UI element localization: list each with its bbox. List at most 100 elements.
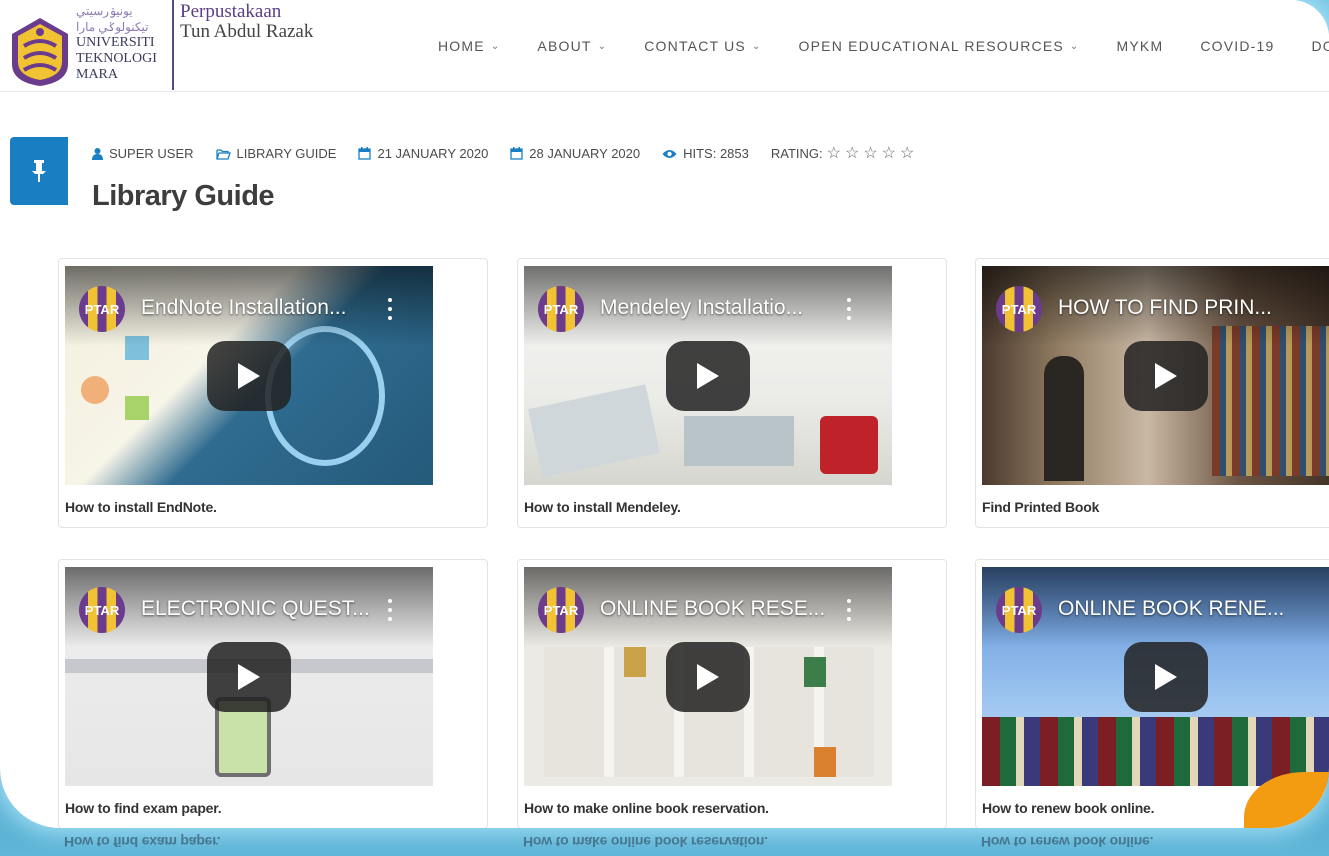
video-embed[interactable]: PTAR EndNote Installation... bbox=[65, 266, 433, 485]
video-card: PTAR HOW TO FIND PRIN... Find Printed Bo… bbox=[975, 258, 1329, 528]
play-button[interactable] bbox=[1124, 642, 1208, 712]
chevron-down-icon: ⌄ bbox=[597, 40, 608, 52]
play-icon bbox=[697, 664, 719, 690]
nav-item-contact-us[interactable]: CONTACT US ⌄ bbox=[644, 38, 761, 54]
pin-icon bbox=[32, 160, 46, 182]
logo-divider bbox=[172, 0, 174, 90]
calendar-icon bbox=[510, 147, 523, 160]
thumbnail-graphic bbox=[624, 647, 646, 677]
play-icon bbox=[697, 363, 719, 389]
uitm-wordmark: يونيۏرسيتي تيكنولوݢي مارا UNIVERSITI TEK… bbox=[76, 3, 172, 83]
meta-author[interactable]: SUPER USER bbox=[92, 146, 194, 161]
chevron-down-icon: ⌄ bbox=[1069, 40, 1080, 52]
video-embed[interactable]: PTAR HOW TO FIND PRIN... bbox=[982, 266, 1329, 485]
rating-stars[interactable]: ☆ ☆ ☆ ☆ ☆ bbox=[827, 146, 919, 162]
more-options-icon[interactable] bbox=[387, 298, 393, 320]
nav-label: COVID-19 bbox=[1200, 38, 1275, 54]
meta-rating: RATING: ☆ ☆ ☆ ☆ ☆ bbox=[770, 146, 919, 162]
play-button[interactable] bbox=[207, 642, 291, 712]
play-button[interactable] bbox=[666, 341, 750, 411]
star-icon[interactable]: ☆ bbox=[827, 146, 841, 162]
more-options-icon[interactable] bbox=[846, 599, 852, 621]
thumbnail-graphic bbox=[125, 396, 149, 420]
more-options-icon[interactable] bbox=[846, 298, 852, 320]
nav-label: ABOUT bbox=[537, 38, 592, 54]
thumbnail-graphic bbox=[804, 657, 826, 687]
video-embed[interactable]: PTAR ONLINE BOOK RENE... bbox=[982, 567, 1329, 786]
thumbnail-graphic bbox=[814, 747, 836, 777]
library-name-line2: Tun Abdul Razak bbox=[180, 21, 314, 42]
video-caption: How to make online book reservation. bbox=[524, 800, 769, 816]
video-caption: Find Printed Book bbox=[982, 499, 1100, 515]
site-header: يونيۏرسيتي تيكنولوݢي مارا UNIVERSITI TEK… bbox=[0, 0, 1329, 92]
meta-modified: 28 JANUARY 2020 bbox=[510, 146, 640, 161]
uitm-jawi-text: يونيۏرسيتي تيكنولوݢي مارا bbox=[76, 4, 149, 34]
video-card: PTAR ELECTRONIC QUEST... How to find exa… bbox=[58, 559, 488, 828]
play-icon bbox=[238, 363, 260, 389]
play-button[interactable] bbox=[666, 642, 750, 712]
channel-avatar[interactable]: PTAR bbox=[538, 587, 584, 633]
channel-avatar[interactable]: PTAR bbox=[996, 286, 1042, 332]
main-nav: HOME ⌄ ABOUT ⌄ CONTACT US ⌄ OPEN EDUCATI… bbox=[438, 38, 1329, 54]
play-button[interactable] bbox=[1124, 341, 1208, 411]
author-name: SUPER USER bbox=[109, 146, 194, 161]
channel-avatar[interactable]: PTAR bbox=[79, 286, 125, 332]
user-icon bbox=[92, 147, 103, 160]
library-name-line1: Perpustakaan bbox=[180, 1, 282, 22]
browser-page: يونيۏرسيتي تيكنولوݢي مارا UNIVERSITI TEK… bbox=[0, 0, 1329, 828]
nav-label: MYKM bbox=[1116, 38, 1164, 54]
star-icon[interactable]: ☆ bbox=[900, 146, 914, 162]
play-button[interactable] bbox=[207, 341, 291, 411]
uitm-line-3: MARA bbox=[76, 67, 119, 82]
video-title[interactable]: EndNote Installation... bbox=[141, 296, 346, 320]
video-title[interactable]: ONLINE BOOK RENE... bbox=[1058, 597, 1284, 621]
more-options-icon[interactable] bbox=[387, 599, 393, 621]
video-caption: How to renew book online. bbox=[982, 800, 1155, 816]
nav-item-oer[interactable]: OPEN EDUCATIONAL RESOURCES ⌄ bbox=[799, 38, 1080, 54]
nav-item-home[interactable]: HOME ⌄ bbox=[438, 38, 500, 54]
article-meta: SUPER USER LIBRARY GUIDE 21 JANUARY 2020… bbox=[92, 146, 940, 162]
star-icon[interactable]: ☆ bbox=[882, 146, 896, 162]
video-title[interactable]: ELECTRONIC QUEST... bbox=[141, 597, 370, 621]
folder-open-icon bbox=[215, 148, 231, 160]
chevron-down-icon: ⌄ bbox=[751, 40, 762, 52]
nav-item-mykm[interactable]: MYKM bbox=[1117, 38, 1164, 54]
star-icon[interactable]: ☆ bbox=[845, 146, 859, 162]
thumbnail-graphic bbox=[81, 376, 109, 404]
video-embed[interactable]: PTAR Mendeley Installatio... bbox=[524, 266, 892, 485]
category-name: LIBRARY GUIDE bbox=[236, 146, 337, 161]
video-card: PTAR ONLINE BOOK RESE... How to make onl… bbox=[517, 559, 947, 828]
nav-item-covid[interactable]: COVID-19 bbox=[1200, 38, 1274, 54]
calendar-icon bbox=[358, 147, 372, 160]
channel-avatar[interactable]: PTAR bbox=[79, 587, 125, 633]
video-card: PTAR EndNote Installation... How to inst… bbox=[58, 258, 488, 528]
video-title[interactable]: HOW TO FIND PRIN... bbox=[1058, 296, 1272, 320]
play-icon bbox=[1155, 664, 1177, 690]
uitm-line-2: TEKNOLOGI bbox=[76, 51, 157, 66]
caption-reflection: How to find exam paper. bbox=[64, 834, 221, 850]
page-title: Library Guide bbox=[92, 180, 275, 212]
video-title[interactable]: ONLINE BOOK RESE... bbox=[600, 597, 825, 621]
nav-label: OPEN EDUCATIONAL RESOURCES bbox=[798, 38, 1064, 54]
library-wordmark[interactable]: Perpustakaan Tun Abdul Razak bbox=[180, 2, 313, 42]
thumbnail-graphic bbox=[684, 416, 794, 466]
video-embed[interactable]: PTAR ONLINE BOOK RESE... bbox=[524, 567, 892, 786]
uitm-line-1: UNIVERSITI bbox=[76, 35, 155, 50]
nav-item-download[interactable]: DOW bbox=[1312, 38, 1329, 54]
rating-label: RATING: bbox=[770, 146, 823, 161]
meta-category[interactable]: LIBRARY GUIDE bbox=[215, 146, 337, 161]
channel-avatar[interactable]: PTAR bbox=[538, 286, 584, 332]
play-icon bbox=[238, 664, 260, 690]
nav-item-about[interactable]: ABOUT ⌄ bbox=[537, 38, 607, 54]
nav-label: DOW bbox=[1311, 38, 1329, 54]
star-icon[interactable]: ☆ bbox=[863, 146, 877, 162]
video-title[interactable]: Mendeley Installatio... bbox=[600, 296, 803, 320]
meta-published: 21 JANUARY 2020 bbox=[358, 146, 488, 161]
channel-avatar[interactable]: PTAR bbox=[996, 587, 1042, 633]
meta-hits: HITS: 2853 bbox=[662, 146, 749, 161]
thumbnail-graphic bbox=[820, 416, 878, 474]
uitm-logo-icon[interactable] bbox=[10, 16, 70, 88]
video-caption: How to install Mendeley. bbox=[524, 499, 681, 515]
hits-count: HITS: 2853 bbox=[683, 146, 749, 161]
video-embed[interactable]: PTAR ELECTRONIC QUEST... bbox=[65, 567, 433, 786]
